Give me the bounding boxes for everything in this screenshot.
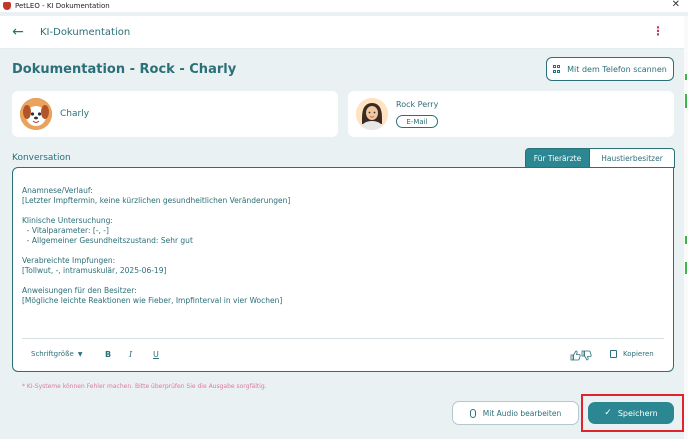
app-bar-title: KI-Dokumentation: [40, 26, 131, 38]
scan-with-phone-button[interactable]: Mit dem Telefon scannen: [546, 57, 674, 81]
window-title: PetLEO - KI Dokumentation: [15, 2, 110, 10]
thumbs-up-down-icon[interactable]: [570, 350, 592, 361]
qr-code-icon: [553, 65, 561, 73]
app-bar: ← KI-Dokumentation ⋮: [0, 16, 684, 49]
petleo-logo-icon: [3, 2, 11, 10]
tab-vets[interactable]: Für Tierärzte: [525, 148, 590, 168]
scan-button-label: Mit dem Telefon scannen: [567, 64, 667, 74]
back-arrow-icon[interactable]: ←: [0, 24, 36, 40]
microphone-icon: [469, 408, 476, 418]
documentation-editor[interactable]: Anamnese/Verlauf: [Letzter Impftermin, k…: [12, 167, 674, 372]
right-edge-strip: [684, 16, 688, 439]
save-highlight-box: [581, 394, 684, 432]
tab-pet-owners[interactable]: Haustierbesitzer: [590, 148, 675, 168]
italic-button[interactable]: I: [129, 350, 132, 359]
email-button[interactable]: E-Mail: [396, 115, 438, 128]
more-vertical-icon[interactable]: ⋮: [652, 24, 664, 38]
bold-button[interactable]: B: [105, 350, 111, 359]
copy-label: Kopieren: [623, 350, 654, 358]
font-size-label: Schriftgröße: [31, 350, 74, 358]
underline-button[interactable]: U: [153, 350, 159, 359]
copy-button[interactable]: Kopieren: [610, 350, 654, 358]
copy-icon: [610, 350, 617, 358]
caret-down-icon: ▼: [77, 350, 83, 358]
conversation-tabs: Für Tierärzte Haustierbesitzer: [525, 148, 675, 168]
window-titlebar: PetLEO - KI Dokumentation ✕: [0, 0, 688, 12]
patient-card: Charly: [12, 91, 338, 137]
owner-card: Rock Perry E-Mail: [348, 91, 674, 137]
dog-avatar: [20, 98, 52, 130]
owner-avatar: [356, 98, 388, 130]
editor-divider: [22, 338, 664, 339]
owner-name: Rock Perry: [396, 100, 439, 109]
audio-button-label: Mit Audio bearbeiten: [482, 408, 562, 418]
conversation-label: Konversation: [12, 153, 71, 163]
feedback-buttons: [570, 350, 592, 361]
editor-content[interactable]: Anamnese/Verlauf: [Letzter Impftermin, k…: [22, 186, 290, 306]
patient-name: Charly: [60, 109, 90, 119]
page-title: Dokumentation - Rock - Charly: [12, 62, 237, 77]
edit-with-audio-button[interactable]: Mit Audio bearbeiten: [452, 401, 579, 425]
font-size-select[interactable]: Schriftgröße ▼: [31, 350, 82, 358]
window-close-button[interactable]: ✕: [672, 0, 680, 10]
ai-disclaimer: * KI-Systeme können Fehler machen. Bitte…: [22, 383, 267, 390]
